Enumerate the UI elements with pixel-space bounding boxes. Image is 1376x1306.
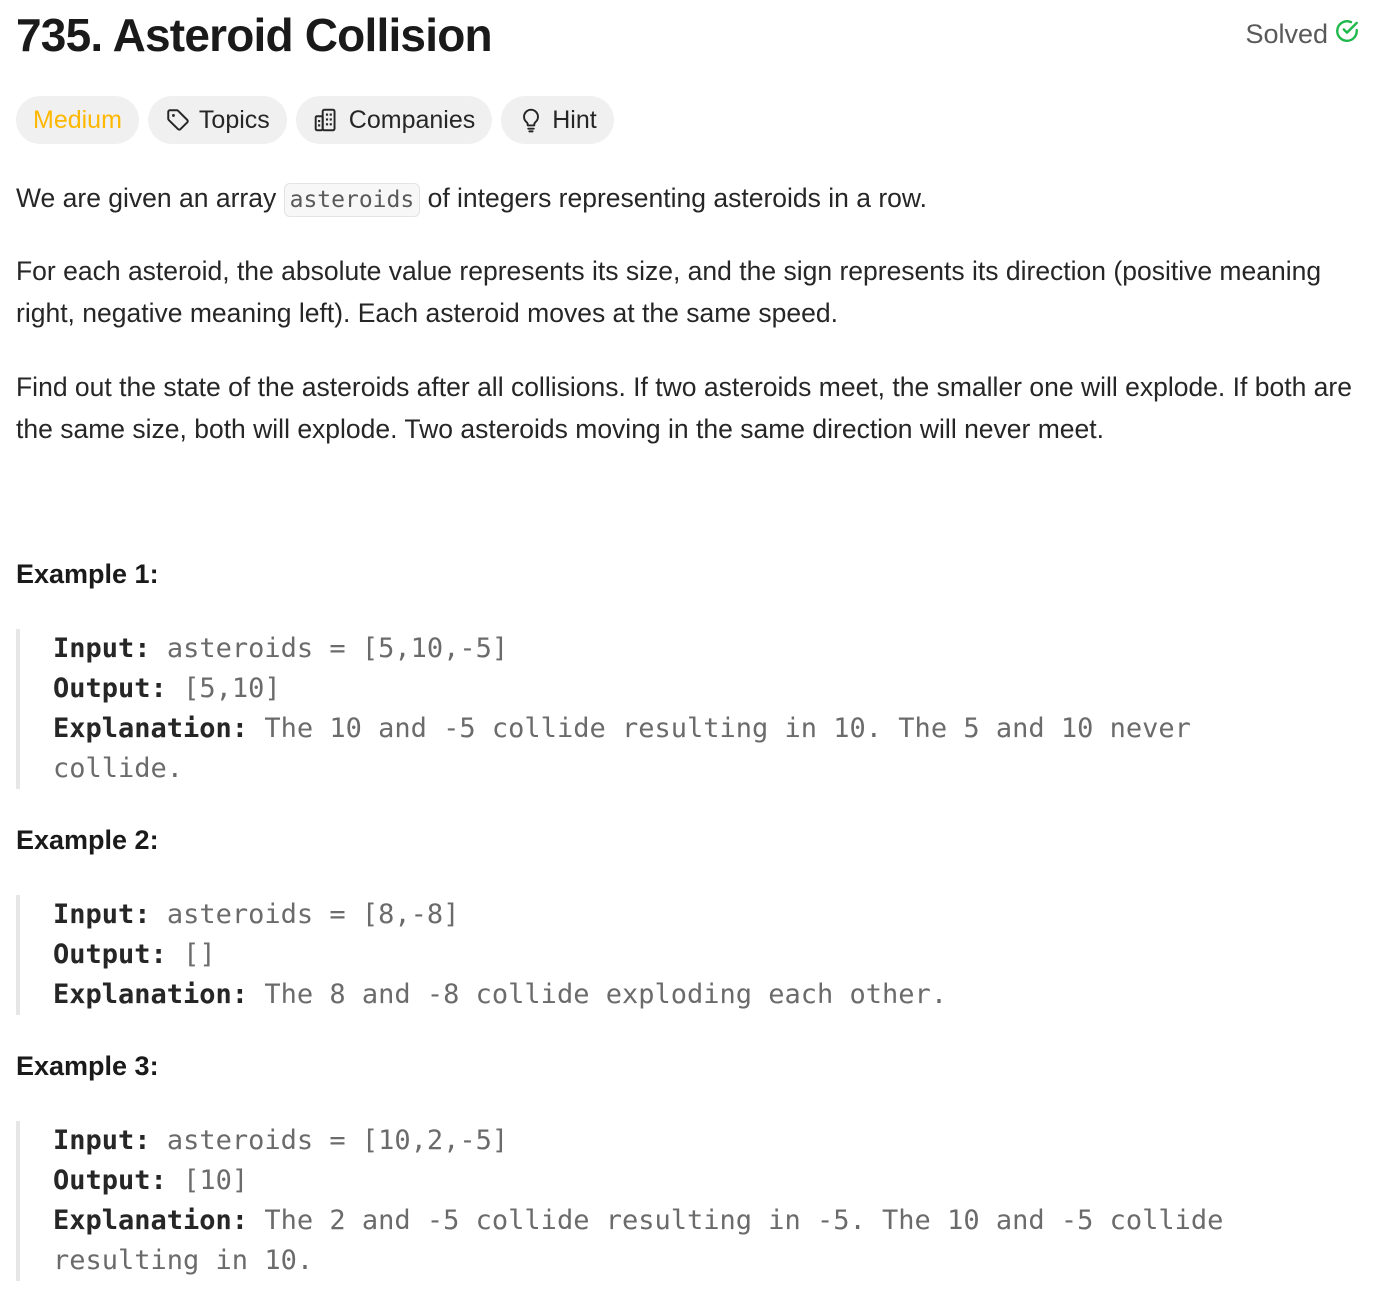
solved-status: Solved: [1245, 18, 1360, 51]
description-paragraph-3: Find out the state of the asteroids afte…: [16, 372, 1352, 444]
companies-button[interactable]: Companies: [295, 96, 493, 144]
example-2-input-row: Input: asteroids = [8,-8]: [53, 895, 1336, 935]
difficulty-badge[interactable]: Medium: [16, 96, 139, 144]
example-3-output-row: Output: [10]: [53, 1161, 1336, 1201]
example-1-block: Input: asteroids = [5,10,-5] Output: [5,…: [16, 629, 1336, 789]
example-1-input: asteroids = [5,10,-5]: [166, 633, 509, 664]
example-2-heading: Example 2:: [16, 825, 159, 855]
output-label: Output:: [53, 673, 167, 704]
input-label: Input:: [53, 1125, 151, 1156]
description-p1-end: of integers representing asteroids in a …: [420, 183, 927, 213]
output-label: Output:: [53, 939, 167, 970]
description-paragraph-2: For each asteroid, the absolute value re…: [16, 256, 1322, 328]
output-label: Output:: [53, 1165, 167, 1196]
check-circle-icon: [1334, 18, 1360, 51]
example-1-input-row: Input: asteroids = [5,10,-5]: [53, 629, 1336, 669]
example-3-explanation-row: Explanation: The 2 and -5 collide result…: [53, 1201, 1336, 1281]
explanation-label: Explanation:: [53, 713, 249, 744]
description-p1-start: We are given an array: [16, 183, 284, 213]
input-label: Input:: [53, 899, 151, 930]
example-1-explanation-row: Explanation: The 10 and -5 collide resul…: [53, 709, 1336, 789]
example-3-heading: Example 3:: [16, 1051, 159, 1081]
example-2-explanation: The 8 and -8 collide exploding each othe…: [264, 979, 948, 1010]
difficulty-label: Medium: [33, 105, 122, 134]
example-2-explanation-row: Explanation: The 8 and -8 collide explod…: [53, 975, 1336, 1015]
hint-label: Hint: [552, 105, 597, 134]
explanation-label: Explanation:: [53, 979, 249, 1010]
topics-button[interactable]: Topics: [147, 96, 287, 144]
example-1-output: [5,10]: [183, 673, 281, 704]
example-3-block: Input: asteroids = [10,2,-5] Output: [10…: [16, 1121, 1336, 1281]
input-label: Input:: [53, 633, 151, 664]
inline-code-asteroids: asteroids: [283, 183, 421, 217]
description-paragraph-1: We are given an array asteroids of integ…: [16, 177, 1361, 221]
tag-icon: [165, 107, 191, 133]
building-icon: [313, 107, 341, 133]
problem-header: 735. Asteroid Collision Solved: [16, 4, 1360, 64]
example-3-output: [10]: [183, 1165, 249, 1196]
topics-label: Topics: [198, 105, 270, 134]
example-3-input: asteroids = [10,2,-5]: [166, 1125, 509, 1156]
example-1-output-row: Output: [5,10]: [53, 669, 1336, 709]
companies-label: Companies: [348, 105, 476, 134]
hint-button[interactable]: Hint: [501, 96, 614, 144]
example-2-output-row: Output: []: [53, 935, 1336, 975]
example-3-input-row: Input: asteroids = [10,2,-5]: [53, 1121, 1336, 1161]
lightbulb-icon: [518, 107, 544, 133]
example-1-heading: Example 1:: [16, 559, 159, 589]
tag-bar: Medium Topics Companies Hint: [16, 96, 614, 144]
example-2-block: Input: asteroids = [8,-8] Output: [] Exp…: [16, 895, 1336, 1015]
example-2-input: asteroids = [8,-8]: [166, 899, 460, 930]
problem-title: 735. Asteroid Collision: [16, 9, 493, 61]
example-2-output: []: [183, 939, 216, 970]
solved-label: Solved: [1245, 19, 1328, 49]
explanation-label: Explanation:: [53, 1205, 249, 1236]
